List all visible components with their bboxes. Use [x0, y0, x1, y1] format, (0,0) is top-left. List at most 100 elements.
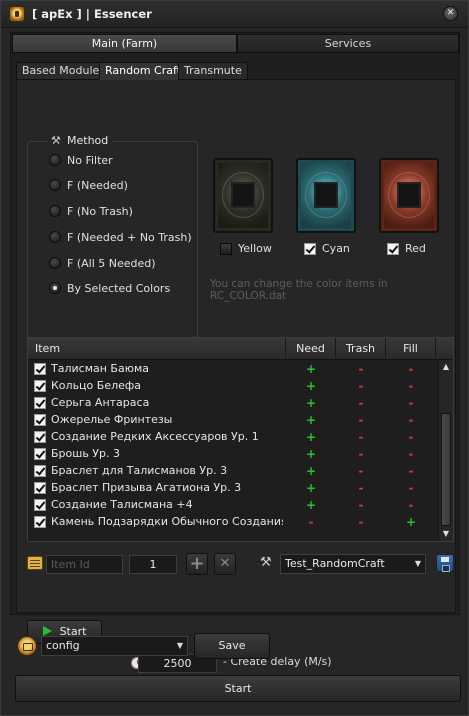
radio-button[interactable]: [49, 179, 61, 191]
item-name: Кольцо Белефа: [51, 379, 142, 392]
radio-by-selected-colors[interactable]: By Selected Colors: [49, 280, 170, 296]
checkbox-yellow[interactable]: Yellow: [220, 242, 272, 255]
tab-transmute[interactable]: Transmute: [178, 62, 248, 80]
row-checkbox[interactable]: [34, 465, 46, 477]
table-row[interactable]: Кольцо Белефа + - -: [28, 378, 438, 395]
play-icon: [42, 626, 52, 636]
row-checkbox[interactable]: [34, 499, 46, 511]
table-row[interactable]: Камень Подзарядки Обычного Создания - ..…: [28, 514, 438, 531]
fill-mark: -: [408, 464, 414, 478]
remove-item-button[interactable]: ✕: [214, 553, 236, 575]
need-mark: +: [305, 413, 317, 427]
table-row[interactable]: Браслет Призыва Агатиона Ур. 3 + - -: [28, 480, 438, 497]
start-button[interactable]: Start: [15, 675, 461, 702]
quantity-input[interactable]: 1: [129, 555, 177, 574]
config-icon: [17, 636, 37, 656]
trash-mark: -: [358, 396, 364, 410]
trash-mark: -: [358, 515, 364, 529]
need-mark: +: [305, 498, 317, 512]
radio-all-5-needed[interactable]: F (All 5 Needed): [49, 255, 156, 271]
item-name: Создание Талисмана +4: [51, 498, 193, 511]
trash-mark: -: [358, 464, 364, 478]
scroll-down-arrow-icon[interactable]: ▼: [439, 527, 453, 541]
save-config-button[interactable]: Save: [194, 633, 270, 659]
radio-no-trash[interactable]: F (No Trash): [49, 203, 133, 219]
item-name: Камень Подзарядки Обычного Создания - ..…: [51, 515, 283, 528]
radio-button[interactable]: [49, 231, 61, 243]
fill-mark: -: [408, 362, 414, 376]
item-list-icon: [27, 556, 43, 570]
tab-main-farm[interactable]: Main (Farm): [12, 34, 237, 53]
tab-based-modules[interactable]: Based Modules: [16, 62, 111, 80]
scroll-up-arrow-icon[interactable]: ▲: [439, 360, 453, 374]
table-row[interactable]: Создание Талисмана +4 + - -: [28, 497, 438, 514]
color-hint-text: You can change the color items in RC_COL…: [210, 278, 388, 302]
column-header-item[interactable]: Item: [28, 338, 286, 360]
scrollbar-thumb[interactable]: [441, 413, 451, 526]
window-title: [ apEx ] | Essencer: [32, 7, 152, 21]
hammer-icon: ⚒: [51, 134, 61, 147]
row-checkbox[interactable]: [34, 482, 46, 494]
table-row[interactable]: Ожерелье Фринтезы + - -: [28, 412, 438, 429]
table-row[interactable]: Создание Редких Аксессуаров Ур. 1 + - -: [28, 429, 438, 446]
fill-mark: -: [408, 430, 414, 444]
checkbox[interactable]: [220, 242, 232, 255]
close-button[interactable]: ✕: [443, 6, 458, 21]
radio-needed[interactable]: F (Needed): [49, 177, 128, 193]
essencer-window: [ apEx ] | Essencer ✕ Main (Farm) Servic…: [0, 0, 469, 716]
need-mark: +: [305, 396, 317, 410]
need-mark: -: [308, 515, 314, 529]
table-row[interactable]: Серьга Антараса + - -: [28, 395, 438, 412]
table-row[interactable]: Брошь Ур. 3 + - -: [28, 446, 438, 463]
column-header-fill[interactable]: Fill: [386, 338, 436, 360]
trash-mark: -: [358, 430, 364, 444]
radio-button-selected[interactable]: [49, 282, 61, 294]
row-checkbox[interactable]: [34, 363, 46, 375]
column-header-need[interactable]: Need: [286, 338, 336, 360]
row-checkbox[interactable]: [34, 380, 46, 392]
item-id-input[interactable]: Item Id: [46, 555, 123, 574]
radio-button[interactable]: [49, 154, 61, 166]
hammer-icon: ⚒: [260, 555, 272, 570]
radio-no-filter[interactable]: No Filter: [49, 152, 113, 168]
table-header: Item Need Trash Fill: [28, 338, 453, 360]
table-scrollbar[interactable]: ▲ ▼: [438, 360, 453, 541]
fill-mark: -: [408, 447, 414, 461]
radio-button[interactable]: [49, 257, 61, 269]
config-select[interactable]: config ▼: [41, 636, 188, 656]
fill-mark: -: [408, 481, 414, 495]
add-item-button[interactable]: +: [186, 553, 208, 575]
items-table: Item Need Trash Fill Талисман Баюма + - …: [27, 337, 454, 542]
row-checkbox[interactable]: [34, 516, 46, 528]
main-panel: Main (Farm) Services ⚒ Method No Filter F…: [10, 32, 460, 673]
trash-mark: -: [358, 413, 364, 427]
item-name: Браслет для Талисманов Ур. 3: [51, 464, 228, 477]
column-header-trash[interactable]: Trash: [336, 338, 386, 360]
title-bar[interactable]: [ apEx ] | Essencer ✕: [1, 1, 468, 28]
tab-random-craft[interactable]: Random Craft: [99, 62, 187, 80]
fill-mark: -: [408, 379, 414, 393]
checkbox-checked[interactable]: [304, 242, 316, 255]
item-name: Талисман Баюма: [51, 362, 150, 375]
save-preset-icon[interactable]: [436, 554, 454, 572]
row-checkbox[interactable]: [34, 397, 46, 409]
need-mark: +: [305, 379, 317, 393]
radio-button[interactable]: [49, 205, 61, 217]
item-name: Создание Редких Аксессуаров Ур. 1: [51, 430, 259, 443]
cyan-color-swatch: [296, 158, 356, 233]
red-color-swatch: [379, 158, 439, 233]
row-checkbox[interactable]: [34, 448, 46, 460]
method-legend: ⚒ Method: [47, 134, 113, 147]
row-checkbox[interactable]: [34, 414, 46, 426]
row-checkbox[interactable]: [34, 431, 46, 443]
radio-needed-no-trash[interactable]: F (Needed + No Trash): [49, 229, 192, 245]
trash-mark: -: [358, 447, 364, 461]
checkbox-red[interactable]: Red: [387, 242, 426, 255]
table-row[interactable]: Талисман Баюма + - -: [28, 361, 438, 378]
checkbox-checked[interactable]: [387, 242, 399, 255]
preset-select[interactable]: Test_RandomCraft ▼: [280, 554, 426, 574]
table-row[interactable]: Браслет для Талисманов Ур. 3 + - -: [28, 463, 438, 480]
tab-services[interactable]: Services: [237, 34, 459, 53]
checkbox-cyan[interactable]: Cyan: [304, 242, 350, 255]
need-mark: +: [305, 362, 317, 376]
